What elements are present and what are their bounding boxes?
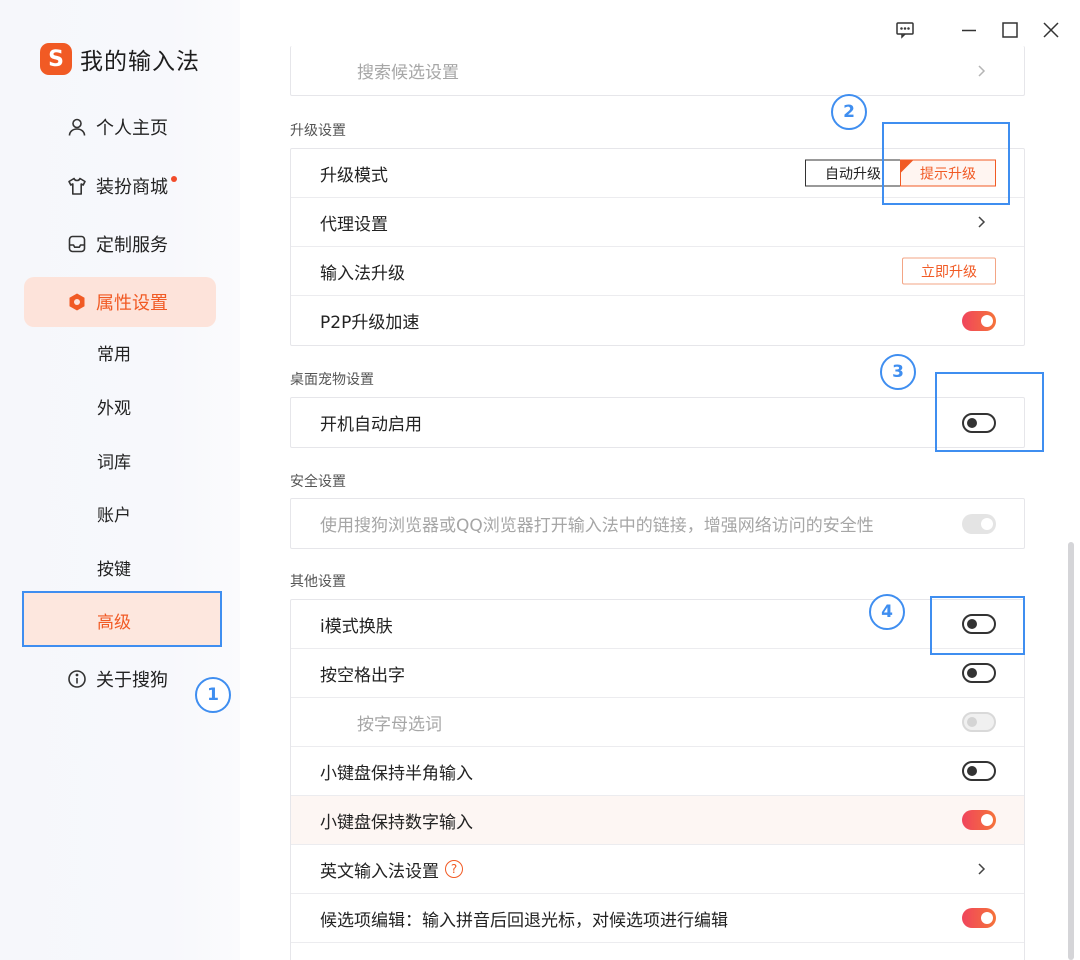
row-label: 小键盘保持数字输入 bbox=[320, 812, 473, 833]
proxy-settings-row[interactable]: 代理设置 bbox=[291, 198, 1024, 247]
annotation-marker-3: 3 bbox=[880, 354, 916, 390]
section-title-upgrade: 升级设置 bbox=[290, 123, 346, 139]
help-icon[interactable]: ? bbox=[445, 860, 463, 878]
secure-browser-row: 使用搜狗浏览器或QQ浏览器打开输入法中的链接，增强网络访问的安全性 bbox=[291, 499, 1024, 548]
section-title-pet: 桌面宠物设置 bbox=[290, 372, 374, 388]
letter-select-toggle[interactable] bbox=[962, 712, 996, 732]
i-mode-skin-row: i模式换肤 bbox=[291, 600, 1024, 649]
shirt-icon bbox=[66, 175, 88, 197]
row-label: 按空格出字 bbox=[320, 665, 405, 686]
person-icon bbox=[66, 116, 88, 138]
pet-autostart-row: 开机自动启用 bbox=[291, 398, 1024, 447]
numpad-halfwidth-row: 小键盘保持半角输入 bbox=[291, 747, 1024, 796]
p2p-toggle[interactable] bbox=[962, 310, 996, 331]
info-icon bbox=[66, 668, 88, 690]
annotation-box-4 bbox=[930, 596, 1025, 655]
notification-dot bbox=[171, 176, 177, 182]
chevron-right-icon bbox=[978, 64, 986, 77]
maximize-icon[interactable] bbox=[996, 16, 1024, 44]
english-ime-settings-row[interactable]: 英文输入法设置 ? bbox=[291, 845, 1024, 894]
sidebar-sub-lexicon[interactable]: 词库 bbox=[97, 451, 131, 475]
pet-settings-card: 开机自动启用 bbox=[290, 397, 1025, 448]
sidebar-item-custom[interactable]: 定制服务 bbox=[66, 229, 168, 259]
sidebar-item-label: 个人主页 bbox=[96, 118, 168, 139]
sidebar-item-settings[interactable]: 属性设置 bbox=[66, 287, 168, 317]
sidebar-item-label: 装扮商城 bbox=[96, 177, 168, 198]
row-label: 英文输入法设置 bbox=[320, 861, 439, 882]
row-label: 小键盘保持半角输入 bbox=[320, 763, 473, 784]
minimize-icon[interactable] bbox=[955, 16, 983, 44]
sogou-logo-icon: S bbox=[40, 43, 72, 75]
row-label: 搜索候选设置 bbox=[357, 63, 459, 83]
numpad-digit-row: 小键盘保持数字输入 bbox=[291, 796, 1024, 845]
row-label: P2P升级加速 bbox=[320, 313, 420, 333]
row-label: 输入法升级 bbox=[320, 263, 405, 284]
annotation-box-3 bbox=[935, 372, 1044, 452]
upgrade-now-button[interactable]: 立即升级 bbox=[902, 257, 996, 285]
sidebar-item-home[interactable]: 个人主页 bbox=[66, 112, 168, 142]
sidebar-sub-general[interactable]: 常用 bbox=[97, 343, 131, 367]
annotation-marker-2: 2 bbox=[831, 94, 867, 130]
candidate-edit-row: 候选项编辑：输入拼音后回退光标，对候选项进行编辑 bbox=[291, 894, 1024, 943]
row-label: 代理设置 bbox=[320, 214, 388, 235]
sidebar-item-store[interactable]: 装扮商城 bbox=[66, 171, 177, 201]
sidebar: S 我的输入法 个人主页 装扮商城 定制服务 属性设置 常用 外观 词库 账户 … bbox=[0, 0, 240, 960]
secure-browser-toggle[interactable] bbox=[962, 513, 996, 534]
sidebar-sub-advanced[interactable]: 高级 bbox=[97, 611, 131, 635]
hexagon-icon bbox=[66, 291, 88, 313]
sidebar-sub-appearance[interactable]: 外观 bbox=[97, 397, 131, 421]
scrollbar[interactable] bbox=[1068, 542, 1074, 960]
cutoff-row bbox=[291, 943, 1024, 960]
settings-panel: 搜索候选设置 升级设置 升级模式 自动升级 提示升级 代理设置 输入法升级 立即… bbox=[240, 0, 1080, 960]
ime-upgrade-row: 输入法升级 立即升级 bbox=[291, 247, 1024, 296]
candidate-edit-toggle[interactable] bbox=[962, 908, 996, 928]
space-commit-toggle[interactable] bbox=[962, 663, 996, 683]
app-logo: S 我的输入法 bbox=[40, 42, 200, 76]
row-label: 按字母选词 bbox=[357, 714, 442, 735]
p2p-upgrade-row: P2P升级加速 bbox=[291, 296, 1024, 345]
annotation-marker-4: 4 bbox=[869, 594, 905, 630]
sidebar-sub-account[interactable]: 账户 bbox=[97, 504, 131, 528]
sidebar-item-label: 关于搜狗 bbox=[96, 670, 168, 691]
sidebar-item-label: 定制服务 bbox=[96, 235, 168, 256]
close-icon[interactable] bbox=[1037, 16, 1065, 44]
row-label: i模式换肤 bbox=[320, 616, 393, 637]
chevron-right-icon bbox=[978, 863, 986, 875]
chevron-right-icon bbox=[978, 216, 986, 228]
search-candidates-row[interactable]: 搜索候选设置 bbox=[291, 46, 1024, 95]
inbox-icon bbox=[66, 233, 88, 255]
row-label: 候选项编辑：输入拼音后回退光标，对候选项进行编辑 bbox=[320, 910, 728, 931]
sidebar-item-label: 属性设置 bbox=[96, 293, 168, 314]
annotation-box-2 bbox=[882, 122, 1010, 205]
row-label: 开机自动启用 bbox=[320, 415, 422, 435]
row-label: 使用搜狗浏览器或QQ浏览器打开输入法中的链接，增强网络访问的安全性 bbox=[320, 516, 874, 536]
numpad-halfwidth-toggle[interactable] bbox=[962, 761, 996, 781]
section-title-security: 安全设置 bbox=[290, 474, 346, 490]
space-commit-row: 按空格出字 bbox=[291, 649, 1024, 698]
numpad-digit-toggle[interactable] bbox=[962, 810, 996, 830]
other-settings-card: i模式换肤 按空格出字 按字母选词 小键盘保持半角输入 小键盘保持数字输入 英文… bbox=[290, 599, 1025, 960]
letter-select-row: 按字母选词 bbox=[291, 698, 1024, 747]
sidebar-item-about[interactable]: 关于搜狗 bbox=[66, 664, 168, 694]
search-settings-card: 搜索候选设置 bbox=[290, 46, 1025, 96]
row-label: 升级模式 bbox=[320, 165, 388, 186]
sidebar-sub-keys[interactable]: 按键 bbox=[97, 558, 131, 582]
feedback-icon[interactable] bbox=[891, 16, 919, 44]
app-title: 我的输入法 bbox=[80, 49, 200, 75]
section-title-other: 其他设置 bbox=[290, 574, 346, 590]
annotation-marker-1: 1 bbox=[195, 677, 231, 713]
security-settings-card: 使用搜狗浏览器或QQ浏览器打开输入法中的链接，增强网络访问的安全性 bbox=[290, 498, 1025, 549]
